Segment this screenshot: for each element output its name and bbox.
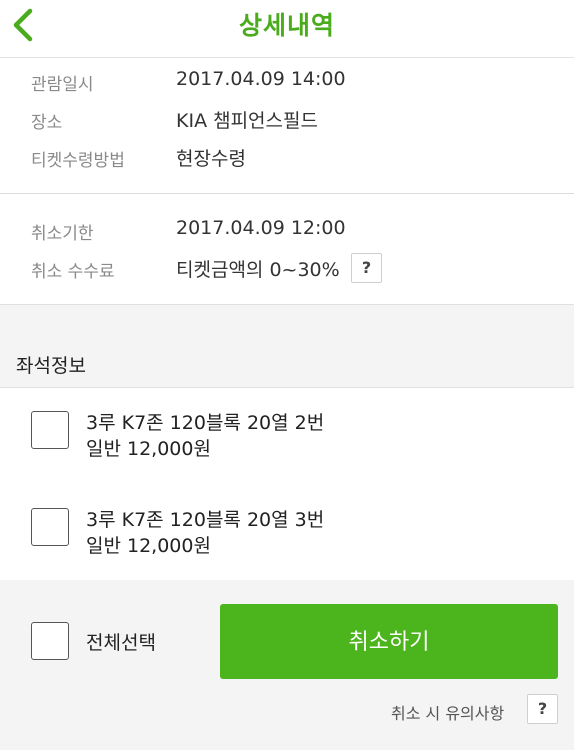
seat-section-header: 좌석정보 [0, 304, 574, 388]
seat-item: 3루 K7존 120블록 20열 3번 일반 12,000원 [0, 505, 574, 565]
ticket-method-value: 현장수령 [176, 148, 246, 170]
seat-checkbox[interactable] [31, 508, 69, 546]
info-row-cancel-fee: 취소 수수료 티켓금액의 0~30% ? [0, 253, 574, 287]
seat-location: 3루 K7존 120블록 20열 2번 [86, 412, 325, 434]
page-title: 상세내역 [238, 11, 335, 40]
seat-section-title: 좌석정보 [16, 355, 86, 377]
fee-help-button[interactable]: ? [351, 253, 382, 283]
notice-help-button[interactable]: ? [527, 694, 558, 724]
cancel-button[interactable]: 취소하기 [220, 604, 558, 679]
seat-item: 3루 K7존 120블록 20열 2번 일반 12,000원 [0, 408, 574, 468]
info-row-datetime: 관람일시 2017.04.09 14:00 [0, 68, 574, 100]
info-row-ticket-method: 티켓수령방법 현장수령 [0, 146, 574, 176]
venue-label: 장소 [31, 113, 63, 133]
select-all-label[interactable]: 전체선택 [86, 628, 156, 655]
header-bar: 상세내역 [0, 0, 574, 58]
cancel-notice-link[interactable]: 취소 시 유의사항 [391, 700, 504, 724]
select-all-checkbox[interactable] [31, 622, 69, 660]
info-row-venue: 장소 KIA 챔피언스필드 [0, 108, 574, 138]
info-row-cancel-deadline: 취소기한 2017.04.09 12:00 [0, 217, 574, 249]
datetime-label: 관람일시 [31, 75, 94, 95]
seat-price: 일반 12,000원 [86, 438, 211, 460]
seat-checkbox[interactable] [31, 411, 69, 449]
cancel-fee-label: 취소 수수료 [31, 262, 115, 282]
cancel-deadline-value: 2017.04.09 12:00 [176, 217, 346, 239]
venue-value: KIA 챔피언스필드 [176, 110, 318, 132]
section-divider [0, 193, 574, 194]
bottom-action-area: 전체선택 취소하기 취소 시 유의사항 ? [0, 580, 574, 750]
ticket-method-label: 티켓수령방법 [31, 151, 125, 171]
seat-price: 일반 12,000원 [86, 535, 211, 557]
seat-location: 3루 K7존 120블록 20열 3번 [86, 509, 325, 531]
cancel-fee-value: 티켓금액의 0~30% [176, 259, 340, 281]
datetime-value: 2017.04.09 14:00 [176, 68, 346, 90]
cancel-deadline-label: 취소기한 [31, 224, 94, 244]
